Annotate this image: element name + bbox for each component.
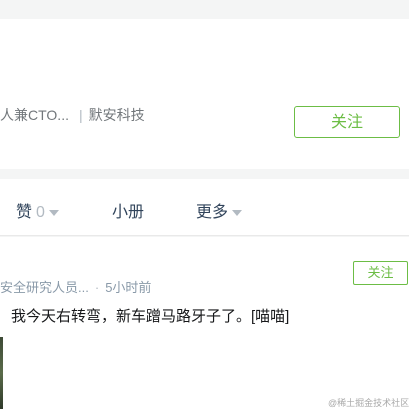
pin-image-edge[interactable] [0, 337, 3, 409]
profile-job-title: 人兼CTO... [0, 107, 69, 123]
page-background-top [0, 0, 409, 19]
tab-more[interactable]: 更多 [196, 198, 243, 222]
tab-likes-count: 0 [36, 204, 45, 221]
pin-time: 5小时前 [105, 280, 152, 295]
profile-follow-button[interactable]: 关注 [294, 106, 400, 138]
pin-meta: 安全研究人员... · 5小时前 [0, 277, 151, 296]
tab-booklets-label: 小册 [112, 204, 145, 221]
chevron-down-icon [48, 209, 59, 216]
profile-company: 默安科技 [88, 107, 145, 123]
meta-separator: · [94, 280, 100, 295]
pin-author-title[interactable]: 安全研究人员... [0, 280, 89, 295]
tab-more-label: 更多 [196, 204, 229, 221]
pin-feed: 安全研究人员... · 5小时前 关注 我今天右转弯，新车蹭马路牙子了。[喵喵] [0, 237, 409, 409]
tab-likes-label: 赞 [16, 204, 33, 221]
pin-follow-button[interactable]: 关注 [353, 261, 408, 285]
chevron-down-icon [232, 209, 243, 216]
watermark: @稀土掘金技术社区 [328, 398, 409, 408]
pin-content: 我今天右转弯，新车蹭马路牙子了。[喵喵] [11, 308, 290, 325]
tab-booklets[interactable]: 小册 [112, 198, 144, 222]
tab-likes[interactable]: 赞0 [16, 198, 59, 222]
profile-divider: | [78, 107, 83, 123]
profile-tab-bar: 赞0 小册 更多 [0, 179, 409, 236]
profile-job-info: 人兼CTO... | 默安科技 [0, 105, 145, 125]
profile-card: 人兼CTO... | 默安科技 关注 [0, 19, 409, 169]
